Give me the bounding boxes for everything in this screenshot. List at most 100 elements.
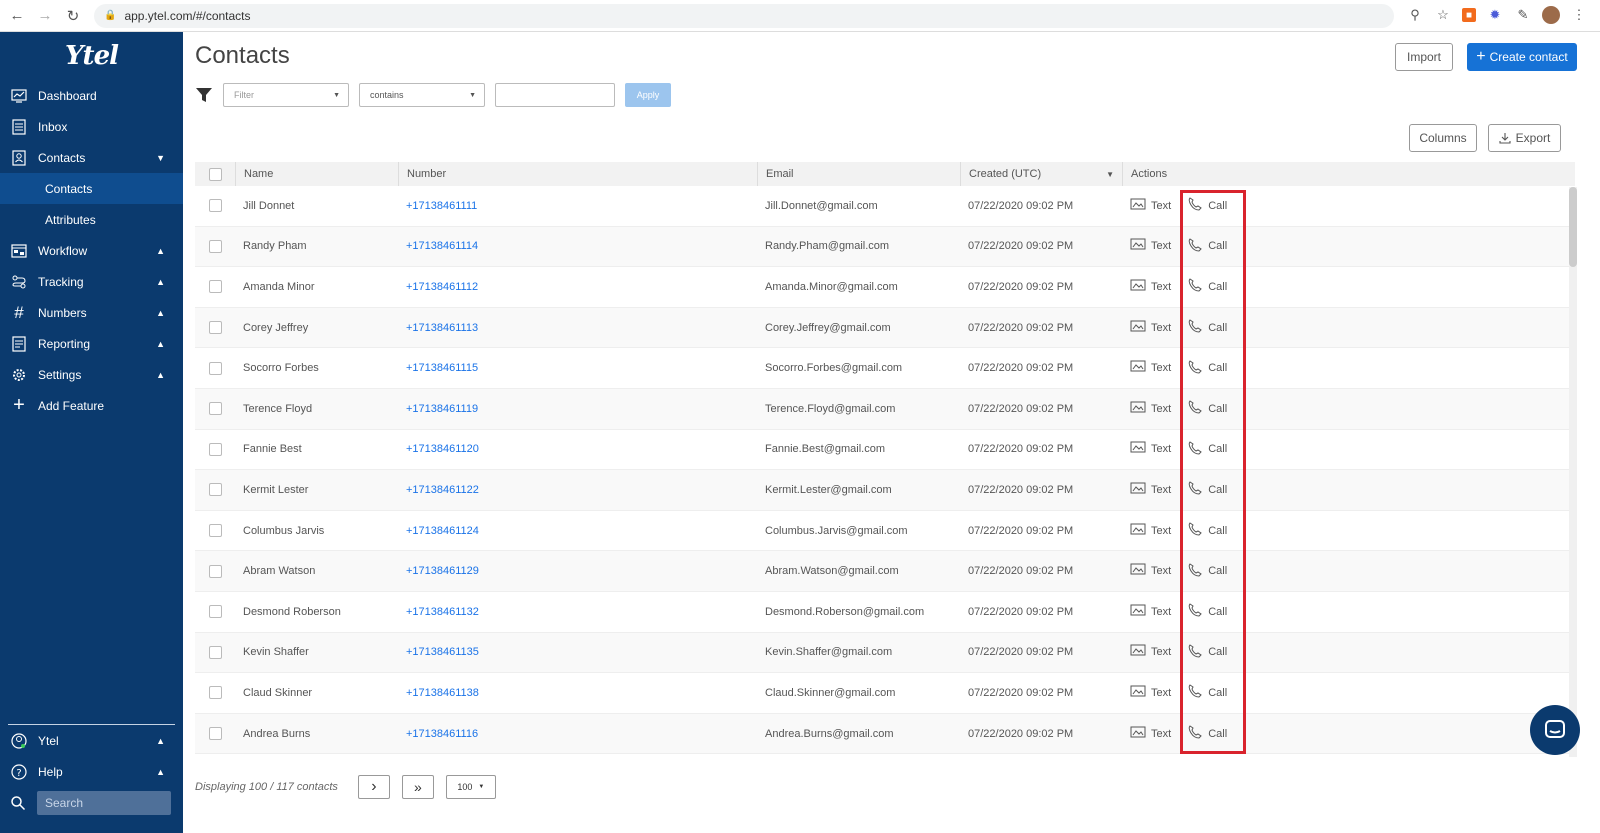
text-action-button[interactable]: Text [1130,563,1171,579]
sidebar-item-dashboard[interactable]: Dashboard [0,80,183,111]
text-action-button[interactable]: Text [1130,360,1171,376]
sidebar-subitem-attributes[interactable]: Attributes [0,204,183,235]
export-button[interactable]: Export [1488,124,1561,152]
row-checkbox[interactable] [208,199,222,213]
address-bar[interactable]: 🔒 app.ytel.com/#/contacts [94,3,1394,28]
table-row[interactable]: Corey Jeffrey +17138461113 Corey.Jeffrey@g… [195,307,1575,349]
logo[interactable]: Ytel [0,32,183,80]
columns-button[interactable]: Columns [1409,124,1477,152]
table-row[interactable]: Abram Watson +17138461129 Abram.Watson@gma… [195,551,1575,592]
contact-number-link[interactable]: +17138461124 [398,525,757,537]
sidebar-item-tracking[interactable]: Tracking ▲ [0,266,183,297]
page-size-select[interactable]: 100 ▼ [445,775,496,799]
menu-dots-icon[interactable]: ⋮ [1570,6,1588,24]
table-row[interactable]: Socorro Forbes +17138461115 Socorro.Forbes… [195,348,1575,389]
text-action-button[interactable]: Text [1130,685,1171,701]
filter-value-input[interactable] [495,83,615,107]
text-action-button[interactable]: Text [1130,279,1171,295]
key-icon[interactable]: ⚲ [1406,6,1424,24]
sidebar-item-account[interactable]: Ytel ▲ [0,725,183,756]
contact-number-link[interactable]: +17138461119 [398,403,757,415]
row-checkbox[interactable] [208,280,222,294]
column-header-number[interactable]: Number [398,162,757,186]
contact-number-link[interactable]: +17138461120 [398,443,757,455]
create-contact-button[interactable]: + Create contact [1467,43,1577,71]
select-all-checkbox[interactable] [208,167,222,181]
table-row[interactable]: Amanda Minor +17138461112 Amanda.Minor@gma… [195,267,1575,308]
row-checkbox[interactable] [208,402,222,416]
sidebar-item-workflow[interactable]: Workflow ▲ [0,235,183,266]
apply-button[interactable]: Apply [625,83,671,107]
puzzle-icon[interactable]: ✎ [1514,6,1532,24]
contact-number-link[interactable]: +17138461135 [398,646,757,658]
sidebar-item-contacts[interactable]: Contacts ▼ [0,142,183,173]
contact-number-link[interactable]: +17138461132 [398,606,757,618]
filter-icon[interactable] [195,86,213,104]
row-checkbox[interactable] [208,442,222,456]
column-header-created[interactable]: Created (UTC) ▼ [960,162,1122,186]
contact-number-link[interactable]: +17138461113 [398,322,757,334]
table-row[interactable]: Andrea Burns +17138461116 Andrea.Burns@gma… [195,713,1575,755]
sort-down-icon[interactable]: ▼ [1106,170,1114,179]
last-page-button[interactable]: » [401,775,434,799]
row-checkbox[interactable] [208,727,222,741]
text-action-button[interactable]: Text [1130,441,1171,457]
profile-avatar[interactable] [1542,6,1560,24]
next-page-button[interactable]: › [357,775,390,799]
extension-icon[interactable]: ■ [1462,8,1476,22]
sidebar-item-reporting[interactable]: Reporting ▲ [0,328,183,359]
contact-number-link[interactable]: +17138461129 [398,565,757,577]
text-action-button[interactable]: Text [1130,238,1171,254]
contact-number-link[interactable]: +17138461114 [398,240,757,252]
text-action-button[interactable]: Text [1130,523,1171,539]
chat-launcher-button[interactable] [1530,705,1580,755]
text-action-button[interactable]: Text [1130,482,1171,498]
sidebar-search-input[interactable]: Search [37,790,171,815]
filter-field-select[interactable]: Filter ▼ [223,83,349,107]
text-action-button[interactable]: Text [1130,401,1171,417]
table-row[interactable]: Desmond Roberson +17138461132 Desmond.Robe… [195,592,1575,633]
text-action-button[interactable]: Text [1130,604,1171,620]
row-checkbox[interactable] [208,321,222,335]
row-checkbox[interactable] [208,483,222,497]
scrollbar-thumb[interactable] [1569,187,1577,267]
contact-number-link[interactable]: +17138461122 [398,484,757,496]
filter-operator-select[interactable]: contains ▼ [359,83,485,107]
text-action-button[interactable]: Text [1130,726,1171,742]
reload-icon[interactable]: ↻ [62,5,84,27]
sidebar-item-inbox[interactable]: Inbox [0,111,183,142]
table-row[interactable]: Kermit Lester +17138461122 Kermit.Lester@g… [195,470,1575,511]
sidebar-item-add-feature[interactable]: + Add Feature [0,390,183,421]
back-icon[interactable]: ← [6,5,28,27]
table-row[interactable]: Columbus Jarvis +17138461124 Columbus.Jarv… [195,511,1575,552]
extension-gear-icon[interactable]: ✹ [1486,6,1504,24]
table-row[interactable]: Fannie Best +17138461120 Fannie.Best@gmail… [195,430,1575,471]
table-row[interactable]: Jill Donnet +17138461111 Jill.Donnet@gmail… [195,186,1575,227]
table-row[interactable]: Randy Pham +17138461114 Randy.Pham@gmail.c… [195,226,1575,268]
contact-number-link[interactable]: +17138461115 [398,362,757,374]
row-checkbox[interactable] [208,239,222,253]
row-checkbox[interactable] [208,361,222,375]
column-header-email[interactable]: Email [757,162,960,186]
text-action-button[interactable]: Text [1130,320,1171,336]
column-header-name[interactable]: Name [235,162,398,186]
table-row[interactable]: Terence Floyd +17138461119 Terence.Floyd@g… [195,388,1575,430]
sidebar-item-numbers[interactable]: # Numbers ▲ [0,297,183,328]
forward-icon[interactable]: → [34,5,56,27]
row-checkbox[interactable] [208,605,222,619]
text-action-button[interactable]: Text [1130,198,1171,214]
contact-number-link[interactable]: +17138461116 [398,728,757,740]
row-checkbox[interactable] [208,524,222,538]
contact-number-link[interactable]: +17138461138 [398,687,757,699]
table-row[interactable]: Claud Skinner +17138461138 Claud.Skinner@g… [195,673,1575,714]
sidebar-item-help[interactable]: ? Help ▲ [0,756,183,787]
star-icon[interactable]: ☆ [1434,6,1452,24]
row-checkbox[interactable] [208,564,222,578]
scrollbar-track[interactable] [1569,187,1577,757]
text-action-button[interactable]: Text [1130,644,1171,660]
contact-number-link[interactable]: +17138461112 [398,281,757,293]
row-checkbox[interactable] [208,645,222,659]
contact-number-link[interactable]: +17138461111 [398,200,757,212]
sidebar-item-settings[interactable]: Settings ▲ [0,359,183,390]
row-checkbox[interactable] [208,686,222,700]
